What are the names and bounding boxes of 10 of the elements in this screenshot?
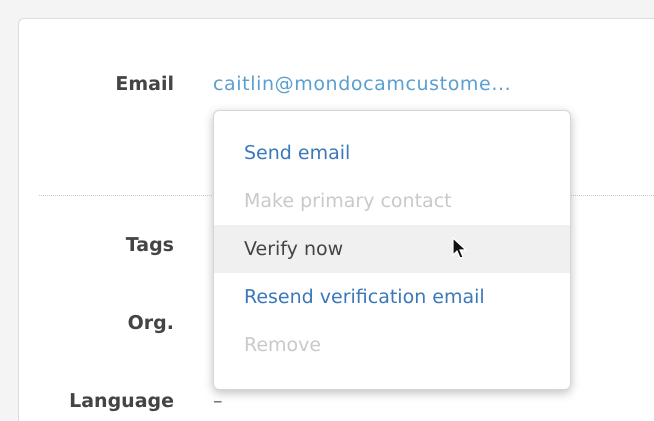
field-label: Language <box>69 390 174 412</box>
menu-item[interactable]: Resend verification email <box>214 273 570 321</box>
mouse-pointer-icon <box>452 237 468 261</box>
menu-item[interactable]: Send email <box>214 129 570 177</box>
field-label: Org. <box>128 312 174 334</box>
email-link[interactable]: caitlin@mondocamcustome... <box>213 73 512 95</box>
field-label: Email <box>115 73 174 95</box>
field-value: – <box>213 390 222 412</box>
menu-item[interactable]: Verify now <box>214 225 570 273</box>
field-label: Tags <box>126 234 174 256</box>
